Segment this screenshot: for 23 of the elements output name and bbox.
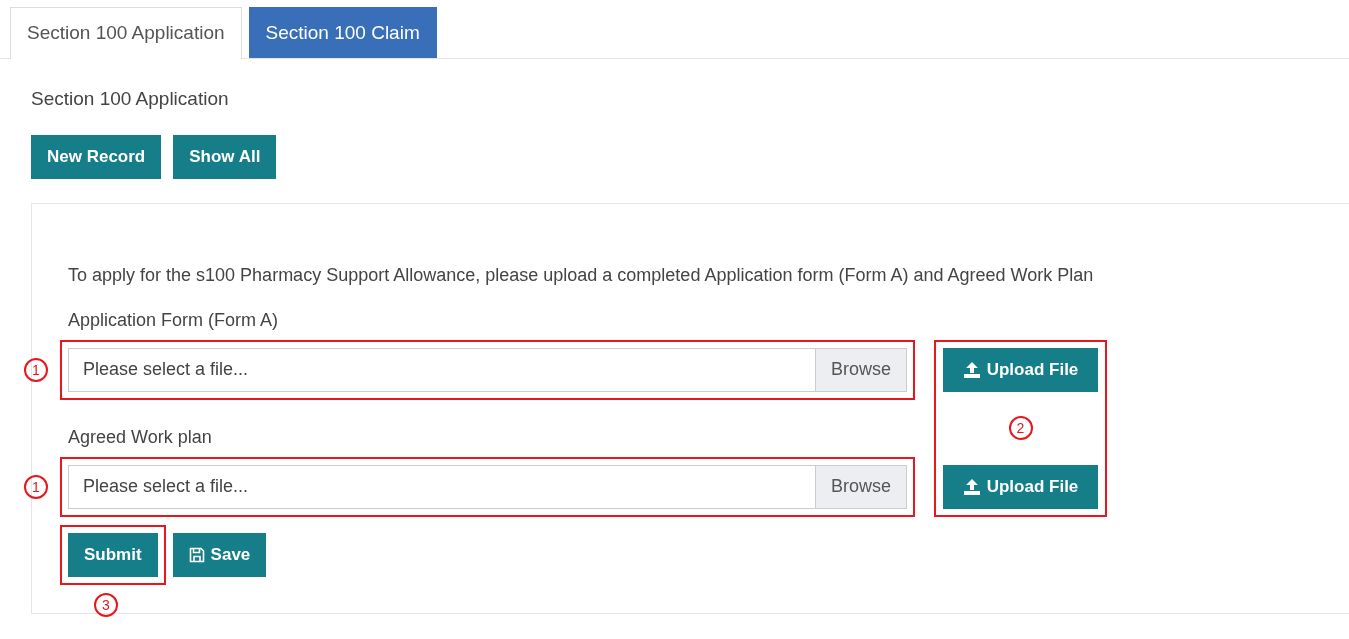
file-field[interactable]: Please select a file... Browse (68, 464, 907, 509)
section-heading: Section 100 Application (31, 87, 230, 111)
annotation-number: 3 (94, 592, 118, 617)
show-all-button[interactable]: Show All (173, 134, 277, 179)
file-field[interactable]: Please select a file... Browse (68, 347, 907, 392)
annotation-number: 1 (24, 357, 48, 382)
submit-button[interactable]: Submit (68, 532, 158, 577)
upload-button[interactable]: Upload File (943, 347, 1098, 392)
annotation-number: 1 (24, 474, 48, 499)
save-button[interactable]: Save (172, 532, 267, 577)
browse-button[interactable]: Browse (814, 465, 906, 508)
upload-icon (962, 477, 981, 496)
instruction-text: To apply for the s100 Pharmacy Support Allowance, please upload a completed Application form (Form A) and Agreed Work Plan (68, 263, 1095, 287)
save-icon (188, 546, 205, 563)
browse-button[interactable]: Browse (814, 348, 906, 391)
field-label: Application Form (Form A) (68, 308, 280, 332)
upload-button[interactable]: Upload File (943, 464, 1098, 509)
tab[interactable]: Section 100 Claim (248, 7, 437, 58)
upload-icon (962, 360, 981, 379)
tab[interactable]: Section 100 Application (10, 7, 242, 59)
field-label: Agreed Work plan (68, 425, 213, 449)
new-record-button[interactable]: New Record (31, 134, 162, 179)
annotation-number: 2 (1008, 416, 1033, 440)
